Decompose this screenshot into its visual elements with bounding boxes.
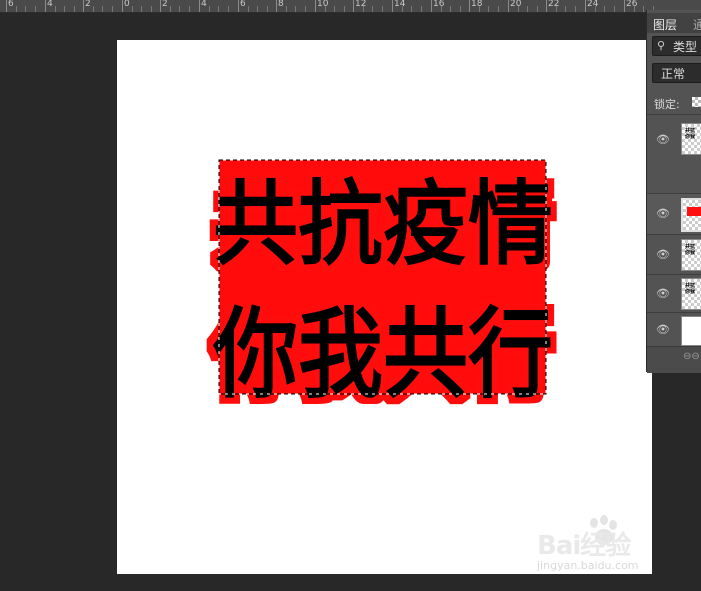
search-icon: ⚲ xyxy=(657,39,666,52)
watermark-brand: Bai经验 xyxy=(537,531,631,561)
link-icon[interactable]: ⊖⊖ xyxy=(683,351,700,362)
panel-tabs: 图层 通 xyxy=(647,13,701,33)
artwork: 共抗疫情 你我共行 xyxy=(212,159,553,412)
filter-label: 类型 xyxy=(673,40,698,54)
eye-icon[interactable]: 👁 xyxy=(656,287,670,300)
layer-row-red-shape[interactable]: 👁 xyxy=(647,193,701,234)
blend-mode-select[interactable]: 正常 xyxy=(652,63,701,83)
eye-icon[interactable]: 👁 xyxy=(656,133,670,146)
tab-channels[interactable]: 通 xyxy=(693,16,701,33)
eye-icon[interactable]: 👁 xyxy=(656,323,670,336)
layer-thumbnail: 共抗 你我 xyxy=(681,123,701,155)
thumb-red-shape xyxy=(687,207,701,216)
blend-mode-value: 正常 xyxy=(661,67,686,81)
lock-label: 锁定: xyxy=(654,98,680,111)
thumb-text: 共抗 你我 xyxy=(685,244,696,256)
watermark-url: jingyan.baidu.com xyxy=(537,559,639,572)
thumb-text: 共抗 你我 xyxy=(685,128,696,140)
layer-thumbnail xyxy=(681,316,701,346)
layer-row-text-copy[interactable]: 👁 共抗 你我 xyxy=(647,234,701,275)
layer-filter-select[interactable]: ⚲ 类型 xyxy=(652,36,701,56)
slogan-line-1: 共抗疫情 xyxy=(213,171,553,278)
eye-icon[interactable]: 👁 xyxy=(656,207,670,220)
layer-thumbnail xyxy=(681,198,701,232)
slogan-line-2: 你我共行 xyxy=(212,298,553,412)
lock-transparency-icon[interactable] xyxy=(692,97,701,107)
baidu-watermark: Bai经验 jingyan.baidu.com xyxy=(537,515,667,577)
layer-row-text-copy-2[interactable]: 👁 共抗 你我 xyxy=(647,274,701,313)
tab-layers[interactable]: 图层 xyxy=(653,16,677,33)
layers-panel: 图层 通 ⚲ 类型 正常 锁定: 👁 共抗 你我 👁 👁 共抗 你我 👁 共抗 你我 … xyxy=(646,10,701,373)
layer-row-text[interactable]: 👁 共抗 你我 xyxy=(647,114,701,193)
layer-row-background[interactable]: 👁 xyxy=(647,312,701,347)
eye-icon[interactable]: 👁 xyxy=(656,248,670,261)
layer-thumbnail: 共抗 你我 xyxy=(681,278,701,310)
thumb-text: 共抗 你我 xyxy=(685,283,696,295)
layer-thumbnail: 共抗 你我 xyxy=(681,239,701,271)
